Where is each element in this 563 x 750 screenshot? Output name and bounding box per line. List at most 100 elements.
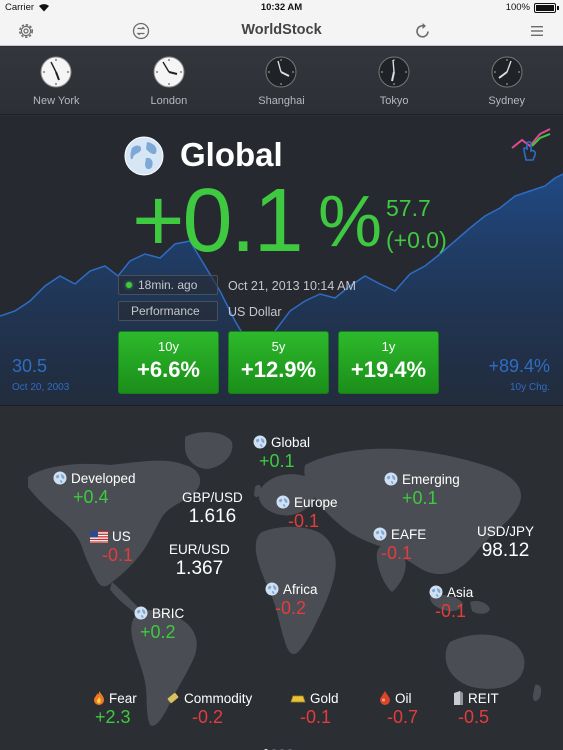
region-name: Emerging [402, 472, 460, 487]
currency-label[interactable]: US Dollar [228, 305, 282, 319]
globe-icon [253, 435, 267, 449]
region-africa[interactable]: Africa -0.2 [265, 582, 318, 618]
update-age-badge: 18min. ago [118, 275, 218, 295]
region-name: Africa [283, 582, 318, 597]
app: Carrier 10:32 AM 100% WorldStock New Yor… [0, 0, 563, 750]
commodity-bar-icon [167, 692, 179, 704]
globe-icon [429, 585, 443, 599]
clock-shanghai[interactable]: Shanghai [225, 47, 338, 114]
clock-city-label: Shanghai [258, 95, 305, 107]
region-name: EAFE [391, 527, 427, 542]
commodity-value: -0.2 [192, 707, 224, 727]
base-date: Oct 20, 2003 [12, 382, 70, 393]
period-value: +6.6% [137, 357, 200, 382]
commodity-value: -0.5 [458, 707, 490, 727]
period-label: 1y [381, 339, 396, 354]
region-name: BRIC [152, 606, 185, 621]
region-value: -0.1 [435, 601, 467, 621]
refresh-icon[interactable] [413, 21, 433, 41]
live-status-dot [126, 282, 132, 288]
clock-city-label: Sydney [488, 95, 526, 107]
building-icon [454, 691, 463, 705]
fx-eur-usd[interactable]: EUR/USD 1.367 [169, 542, 230, 580]
period-label: 10y [158, 339, 179, 354]
index-summary-panel: Global +0.1 % 57.7 (+0.0) 18min. ago Oct… [0, 116, 563, 406]
fx-value: 1.367 [175, 558, 224, 579]
commodity-commodity[interactable]: Commodity -0.2 [166, 691, 253, 727]
world-clocks: New York London Shanghai Tokyo Sydney [0, 47, 563, 115]
commodity-fear[interactable]: Fear +2.3 [93, 691, 137, 727]
period-button-1y[interactable]: 1y +19.4% [338, 331, 439, 394]
region-value: +0.1 [259, 451, 295, 471]
fx-gbp-usd[interactable]: GBP/USD 1.616 [182, 490, 243, 528]
fx-value: 1.616 [188, 506, 237, 527]
commodity-name: REIT [468, 691, 499, 706]
region-emerging[interactable]: Emerging +0.1 [384, 472, 460, 508]
region-name: Europe [294, 495, 338, 510]
region-europe[interactable]: Europe -0.1 [276, 495, 338, 531]
gold-bar-icon [290, 695, 306, 703]
clock-sydney[interactable]: Sydney [450, 47, 563, 114]
fx-usd-jpy[interactable]: USD/JPY 98.12 [477, 524, 534, 562]
clock-tokyo[interactable]: Tokyo [338, 47, 451, 114]
page-indicator[interactable] [264, 740, 304, 750]
region-bric[interactable]: BRIC +0.2 [134, 606, 185, 642]
region-developed[interactable]: Developed +0.4 [53, 471, 136, 507]
battery-icon [534, 3, 556, 13]
region-global[interactable]: Global +0.1 [253, 435, 311, 471]
commodity-reit[interactable]: REIT -0.5 [452, 691, 499, 727]
period-value: +19.4% [350, 357, 427, 382]
fx-pair: EUR/USD [169, 542, 230, 557]
clock-london[interactable]: London [113, 47, 226, 114]
app-title: WorldStock [241, 22, 322, 38]
commodity-name: Commodity [184, 691, 253, 706]
commodity-gold[interactable]: Gold -0.1 [290, 691, 339, 727]
commodity-name: Oil [395, 691, 412, 706]
commodity-oil[interactable]: Oil -0.7 [379, 691, 418, 727]
status-time: 10:32 AM [260, 2, 303, 13]
region-name: US [112, 529, 131, 544]
ten-year-change: +89.4% [488, 356, 550, 376]
fx-pair: USD/JPY [477, 524, 535, 539]
analog-clock-icon [491, 56, 523, 88]
region-name: Developed [71, 471, 136, 486]
analog-clock-icon [40, 56, 72, 88]
index-title: Global [180, 136, 283, 173]
globe-icon [373, 527, 387, 541]
period-button-5y[interactable]: 5y +12.9% [228, 331, 329, 394]
period-label: 5y [271, 339, 286, 354]
commodity-name: Gold [310, 691, 339, 706]
ten-year-change-label: 10y Chg. [509, 382, 550, 393]
daily-change-percent: +0.1 [132, 171, 304, 271]
period-value: +12.9% [240, 357, 317, 382]
clock-city-label: New York [33, 95, 80, 107]
clock-city-label: Tokyo [379, 95, 409, 107]
menu-icon[interactable] [527, 21, 547, 41]
globe-icon [276, 495, 290, 509]
base-value: 30.5 [12, 356, 48, 376]
index-level-change: (+0.0) [386, 227, 447, 253]
region-value: -0.2 [275, 598, 307, 618]
commodity-value: -0.1 [300, 707, 332, 727]
period-button-10y[interactable]: 10y +6.6% [118, 331, 219, 394]
chart-touch-icon[interactable] [510, 126, 554, 162]
status-bar: Carrier 10:32 AM 100% [0, 0, 563, 16]
region-asia[interactable]: Asia -0.1 [429, 585, 473, 621]
performance-mode-label: Performance [131, 304, 200, 318]
region-value: +0.1 [402, 488, 438, 508]
fx-value: 98.12 [481, 540, 530, 561]
performance-mode-button[interactable]: Performance [118, 301, 218, 321]
region-us[interactable]: US -0.1 [90, 529, 133, 565]
globe-icon [134, 606, 148, 620]
clock-new-york[interactable]: New York [0, 47, 113, 114]
analog-clock-icon [265, 56, 297, 88]
world-market-map: Global +0.1 Developed +0.4 Emerging +0.1… [0, 407, 563, 750]
nav-bar: WorldStock [0, 16, 563, 46]
index-level: 57.7 [386, 195, 431, 221]
globe-icon [265, 582, 279, 596]
oil-drop-icon [380, 691, 390, 705]
commodity-name: Fear [109, 691, 137, 706]
region-value: -0.1 [102, 545, 134, 565]
region-eafe[interactable]: EAFE -0.1 [373, 527, 427, 563]
region-name: Global [271, 435, 311, 450]
